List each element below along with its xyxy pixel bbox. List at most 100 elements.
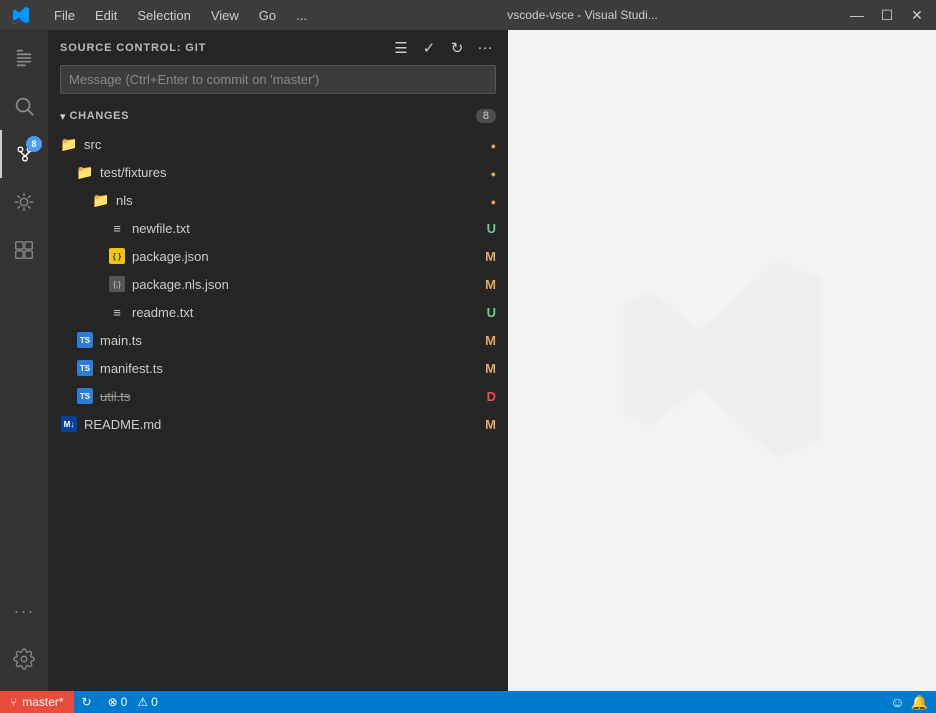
menu-go[interactable]: Go xyxy=(251,6,284,25)
file-status: M xyxy=(480,361,496,376)
activity-bar: 8 ··· xyxy=(0,30,48,691)
editor-area xyxy=(508,30,936,691)
file-name: manifest.ts xyxy=(100,361,480,376)
activity-bar-bottom: ··· xyxy=(0,587,48,691)
changes-count-badge: 8 xyxy=(476,109,496,123)
bell-icon[interactable]: 🔔 xyxy=(911,694,928,711)
changes-label: CHANGES xyxy=(70,110,476,122)
errors-indicator[interactable]: ⊗ 0 xyxy=(108,695,128,709)
activity-icon-search[interactable] xyxy=(0,82,48,130)
ts-file-icon: TS xyxy=(76,387,94,405)
menu-selection[interactable]: Selection xyxy=(129,6,198,25)
file-name: src xyxy=(84,137,480,152)
file-status: U xyxy=(480,305,496,320)
file-status: M xyxy=(480,333,496,348)
vscode-watermark xyxy=(612,249,832,472)
sidebar: SOURCE CONTROL: GIT ☰ ✓ ↻ ··· ▾ CHANGES … xyxy=(48,30,508,691)
maximize-button[interactable]: ☐ xyxy=(880,7,894,24)
json-file-icon: { } xyxy=(108,247,126,265)
status-bar-left: ⑂ master* ↻ ⊗ 0 ⚠ 0 xyxy=(0,691,166,713)
source-control-header: SOURCE CONTROL: GIT ☰ ✓ ↻ ··· xyxy=(48,30,508,65)
list-item[interactable]: TS main.ts M xyxy=(48,326,508,354)
titlebar: File Edit Selection View Go ... vscode-v… xyxy=(0,0,936,30)
md-file-icon: M↓ xyxy=(60,415,78,433)
errors-count: 0 xyxy=(121,695,128,709)
sc-more-button[interactable]: ··· xyxy=(474,37,496,59)
file-name: main.ts xyxy=(100,333,480,348)
list-item[interactable]: TS util.ts D xyxy=(48,382,508,410)
close-button[interactable]: ✕ xyxy=(910,7,924,24)
file-status: ● xyxy=(480,137,496,152)
changes-section-header[interactable]: ▾ CHANGES 8 xyxy=(48,102,508,130)
folder-icon: 📁 xyxy=(92,191,110,209)
file-list: 📁 src ● 📁 test/fixtures ● xyxy=(48,130,508,691)
source-control-badge: 8 xyxy=(26,136,42,152)
file-name: util.ts xyxy=(100,389,480,404)
activity-icon-more[interactable]: ··· xyxy=(0,587,48,635)
warnings-icon: ⚠ xyxy=(137,695,148,709)
list-item[interactable]: { } package.json M xyxy=(48,242,508,270)
smiley-icon[interactable]: ☺ xyxy=(890,694,904,710)
minimize-button[interactable]: — xyxy=(850,7,864,24)
file-name: README.md xyxy=(84,417,480,432)
file-name: newfile.txt xyxy=(132,221,480,236)
list-item[interactable]: 📁 test/fixtures ● xyxy=(48,158,508,186)
status-bar: ⑂ master* ↻ ⊗ 0 ⚠ 0 ☺ 🔔 xyxy=(0,691,936,713)
folder-icon: 📁 xyxy=(76,163,94,181)
folder-icon: 📁 xyxy=(60,135,78,153)
ts-file-icon: TS xyxy=(76,359,94,377)
file-name: nls xyxy=(116,193,480,208)
window-title: vscode-vsce - Visual Studi... xyxy=(331,8,834,22)
file-name: package.nls.json xyxy=(132,277,480,292)
sync-button[interactable]: ↻ xyxy=(74,695,100,709)
git-branch-name: master* xyxy=(22,695,63,709)
list-item[interactable]: 📁 nls ● xyxy=(48,186,508,214)
activity-icon-settings[interactable] xyxy=(0,635,48,683)
commit-message-input[interactable] xyxy=(60,65,496,94)
menu-view[interactable]: View xyxy=(203,6,247,25)
commit-message-area xyxy=(60,65,496,94)
titlebar-menu: File Edit Selection View Go ... xyxy=(46,6,315,25)
list-item[interactable]: ≡ newfile.txt U xyxy=(48,214,508,242)
sc-refresh-button[interactable]: ↻ xyxy=(446,37,468,59)
source-control-title: SOURCE CONTROL: GIT xyxy=(60,42,390,54)
file-name: test/fixtures xyxy=(100,165,480,180)
errors-icon: ⊗ xyxy=(108,695,118,709)
source-control-actions: ☰ ✓ ↻ ··· xyxy=(390,37,496,59)
activity-icon-explorer[interactable] xyxy=(0,34,48,82)
sc-commit-button[interactable]: ✓ xyxy=(418,37,440,59)
activity-icon-source-control[interactable]: 8 xyxy=(0,130,48,178)
file-status: M xyxy=(480,417,496,432)
git-branch-icon: ⑂ xyxy=(10,695,17,709)
warnings-count: 0 xyxy=(151,695,158,709)
txt-file-icon: ≡ xyxy=(108,303,126,321)
sc-menu-button[interactable]: ☰ xyxy=(390,37,412,59)
activity-icon-debug[interactable] xyxy=(0,178,48,226)
menu-edit[interactable]: Edit xyxy=(87,6,125,25)
list-item[interactable]: TS manifest.ts M xyxy=(48,354,508,382)
window-controls: — ☐ ✕ xyxy=(850,7,924,24)
list-item[interactable]: ≡ readme.txt U xyxy=(48,298,508,326)
changes-chevron-icon: ▾ xyxy=(60,110,66,123)
file-status: M xyxy=(480,249,496,264)
git-branch-indicator[interactable]: ⑂ master* xyxy=(0,691,74,713)
activity-icon-extensions[interactable] xyxy=(0,226,48,274)
menu-more[interactable]: ... xyxy=(288,6,315,25)
status-bar-right: ☺ 🔔 xyxy=(890,694,936,711)
list-item[interactable]: M↓ README.md M xyxy=(48,410,508,438)
file-status: M xyxy=(480,277,496,292)
vscode-logo-icon xyxy=(12,6,30,24)
ts-file-icon: TS xyxy=(76,331,94,349)
file-status: ● xyxy=(480,165,496,180)
warnings-indicator[interactable]: ⚠ 0 xyxy=(137,695,157,709)
file-name: package.json xyxy=(132,249,480,264)
status-errors-area: ⊗ 0 ⚠ 0 xyxy=(100,695,166,709)
file-status: U xyxy=(480,221,496,236)
file-name: readme.txt xyxy=(132,305,480,320)
file-status: D xyxy=(480,389,496,404)
txt-file-icon: ≡ xyxy=(108,219,126,237)
main-container: 8 ··· xyxy=(0,30,936,691)
menu-file[interactable]: File xyxy=(46,6,83,25)
list-item[interactable]: {;} package.nls.json M xyxy=(48,270,508,298)
list-item[interactable]: 📁 src ● xyxy=(48,130,508,158)
